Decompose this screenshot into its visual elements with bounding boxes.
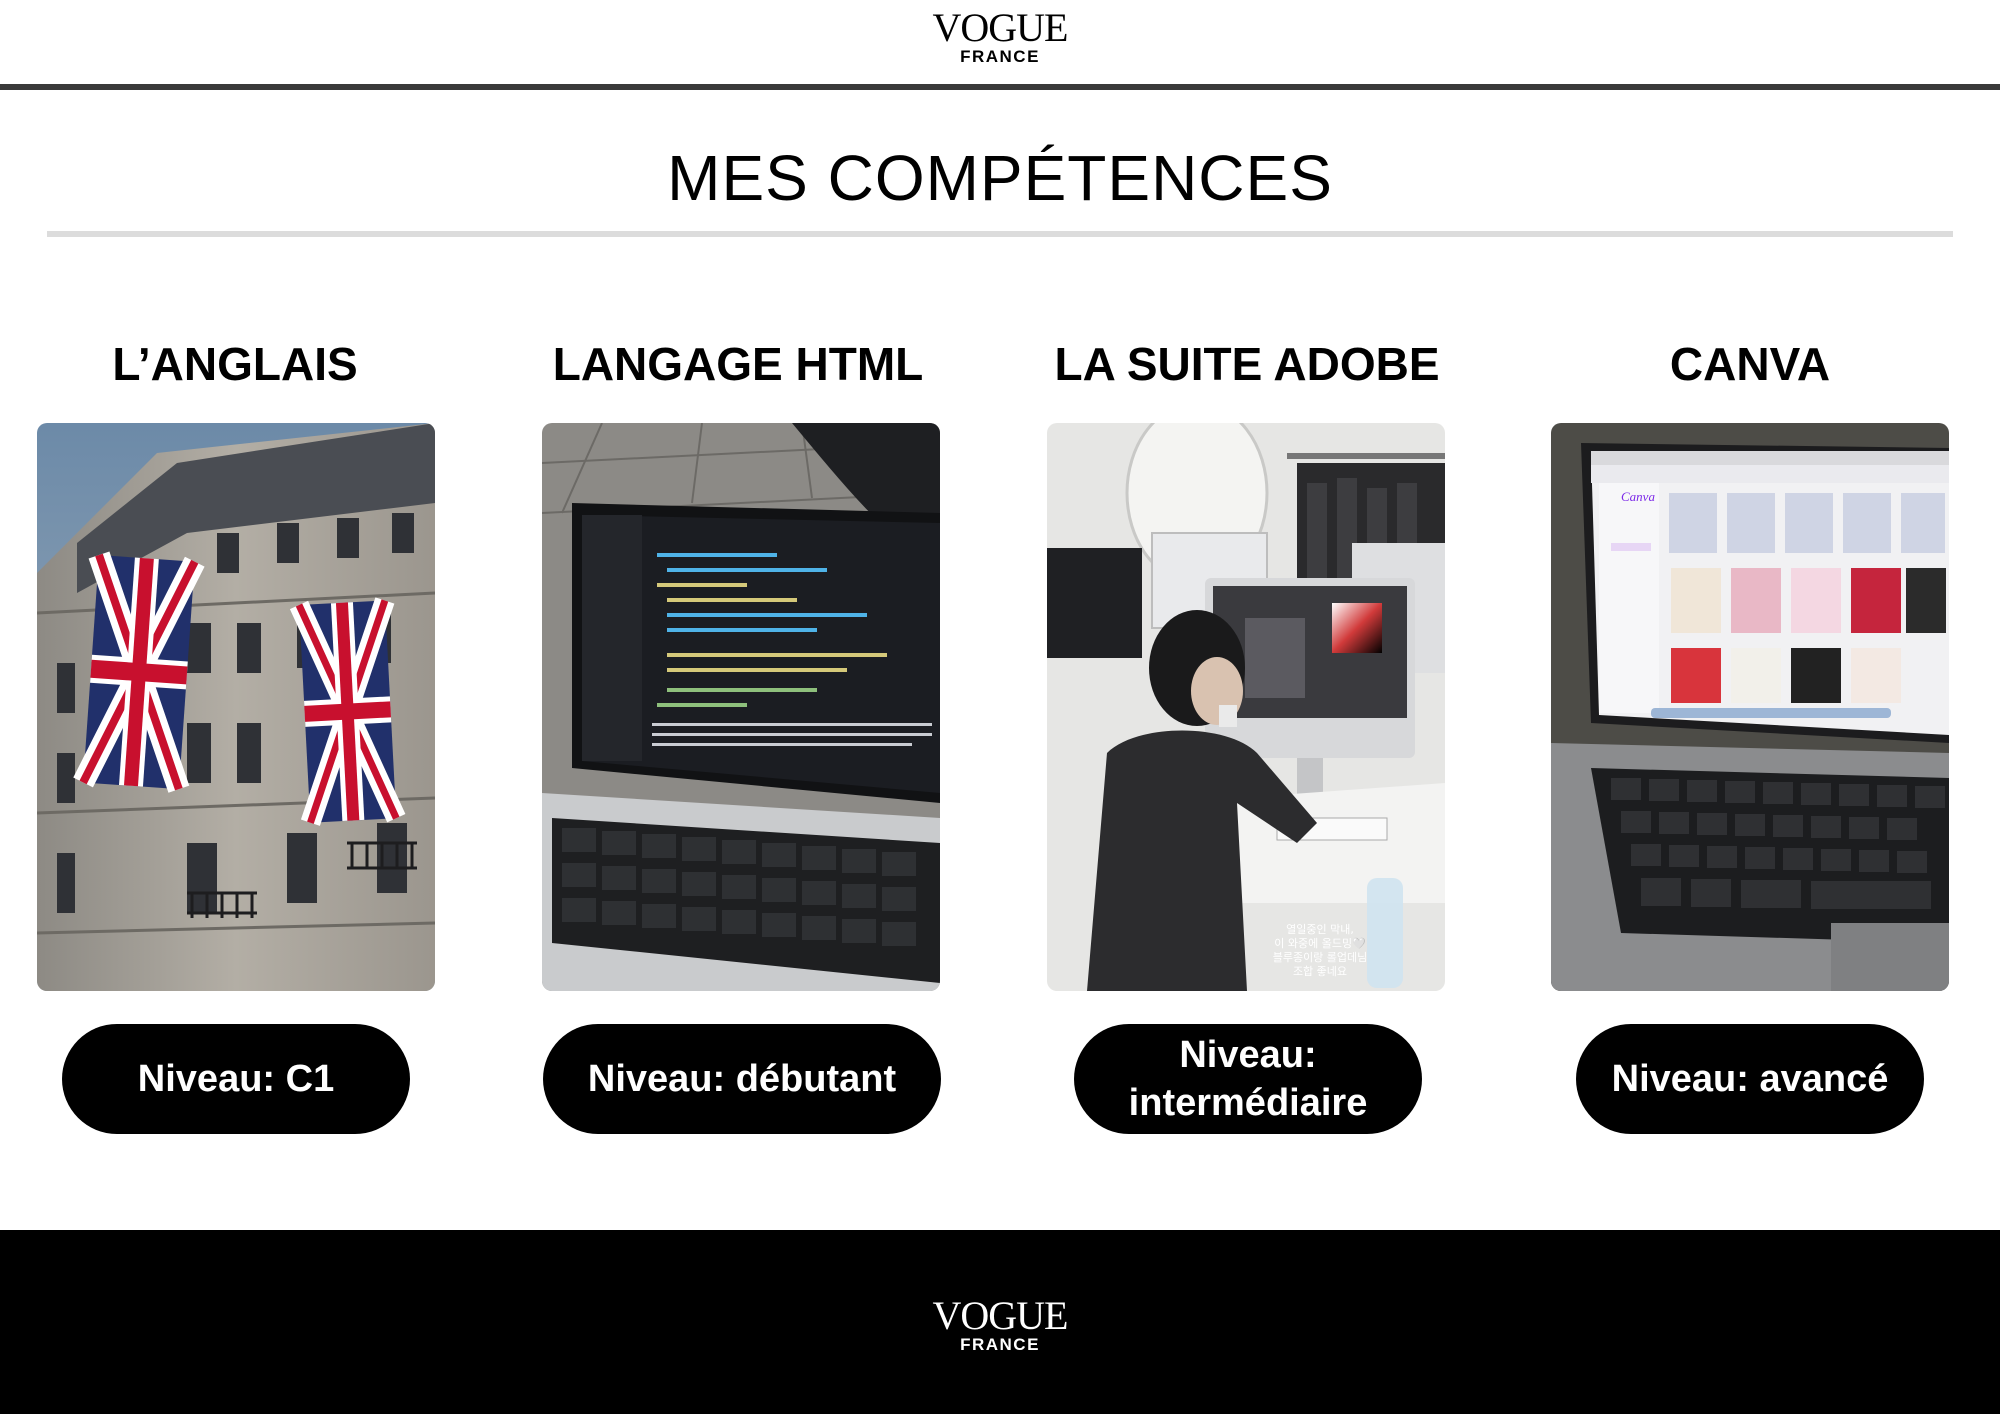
canva-brand-text: Canva xyxy=(1621,489,1655,504)
union-jack-flags-photo xyxy=(37,423,435,991)
designer-at-imac-photo: 열일중인 막내, 이 와중에 올드밍🤍 블루종이랑 롤업데님 조합 좋네요 xyxy=(1047,423,1445,991)
level-label: Niveau: avancé xyxy=(1611,1058,1889,1100)
level-label: Niveau: intermédiaire xyxy=(1128,1034,1368,1124)
level-badge[interactable]: Niveau: avancé xyxy=(1576,1024,1924,1134)
caption-line: 이 와중에 올드밍🤍 xyxy=(1274,937,1366,950)
macbook-canva-photo: Canva xyxy=(1551,423,1949,991)
caption-line: 블루종이랑 롤업데님 xyxy=(1272,951,1368,964)
level-badge[interactable]: Niveau: C1 xyxy=(62,1024,410,1134)
level-badge[interactable]: Niveau: intermédiaire xyxy=(1074,1024,1422,1134)
page-title: MES COMPÉTENCES xyxy=(667,142,1333,214)
level-badge[interactable]: Niveau: débutant xyxy=(543,1024,941,1134)
laptop-code-photo xyxy=(542,423,940,991)
vogue-logo[interactable]: VOGUE FRANCE xyxy=(0,8,2000,66)
vogue-logo-footer[interactable]: VOGUE FRANCE xyxy=(0,1296,2000,1354)
level-label: Niveau: C1 xyxy=(137,1058,335,1100)
header-divider xyxy=(0,84,2000,90)
logo-subtitle: FRANCE xyxy=(960,1335,1040,1354)
footer: VOGUE FRANCE xyxy=(0,1230,2000,1414)
caption-line: 열일중인 막내, xyxy=(1286,923,1354,936)
title-divider xyxy=(47,231,1953,237)
photo-caption: 열일중인 막내, 이 와중에 올드밍🤍 블루종이랑 롤업데님 조합 좋네요 xyxy=(1245,923,1395,979)
logo-wordmark: VOGUE xyxy=(932,1293,1069,1338)
skill-title: CANVA xyxy=(1669,338,1831,390)
header: VOGUE FRANCE xyxy=(0,0,2000,84)
logo-subtitle: FRANCE xyxy=(960,47,1040,66)
logo-wordmark: VOGUE xyxy=(932,5,1069,50)
level-label: Niveau: débutant xyxy=(587,1058,897,1100)
skill-title: LA SUITE ADOBE xyxy=(1054,338,1440,390)
skill-title: L’ANGLAIS xyxy=(112,338,358,390)
skill-title: LANGAGE HTML xyxy=(552,338,924,390)
caption-line: 조합 좋네요 xyxy=(1292,965,1348,978)
